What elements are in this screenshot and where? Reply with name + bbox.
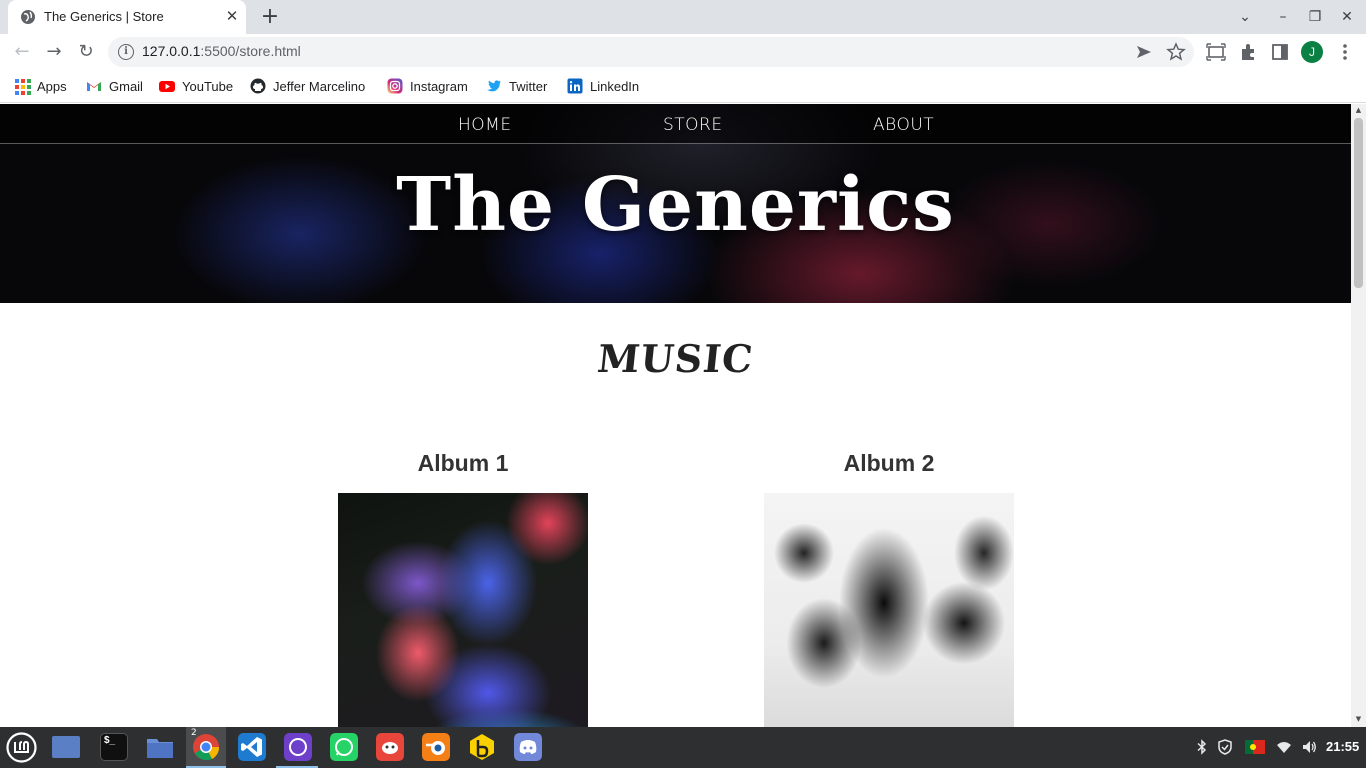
github-icon <box>250 78 266 94</box>
terminal-icon[interactable]: $_ <box>100 733 128 761</box>
youtube-icon <box>159 81 175 92</box>
shield-icon[interactable] <box>1217 739 1233 755</box>
wifi-icon[interactable] <box>1276 739 1292 755</box>
new-tab-button[interactable]: + <box>258 6 282 30</box>
minimize-icon[interactable]: – <box>1274 8 1292 26</box>
album-2-cover <box>764 493 1014 727</box>
music-section-title: MUSIC <box>595 336 756 381</box>
url-text[interactable]: 127.0.0.1:5500/store.html <box>142 43 301 59</box>
github-desktop-icon[interactable] <box>284 733 312 761</box>
vscode-icon[interactable] <box>238 733 266 761</box>
gmail-icon <box>87 82 101 91</box>
bookmark-twitter[interactable]: Twitter <box>486 77 547 95</box>
bookmark-star-icon[interactable] <box>1166 42 1186 62</box>
back-button[interactable]: ← <box>10 40 34 64</box>
tab-title: The Generics | Store <box>44 9 164 24</box>
gimp-icon[interactable] <box>376 733 404 761</box>
bookmark-gmail[interactable]: Gmail <box>86 77 143 95</box>
nav-about-link[interactable]: ABOUT <box>873 115 934 135</box>
keyboard-layout-flag-icon[interactable] <box>1245 739 1265 755</box>
nav-store-link[interactable]: STORE <box>663 115 723 135</box>
tab-close-icon[interactable]: ✕ <box>224 8 240 24</box>
linkedin-icon <box>567 78 583 94</box>
apps-grid-icon <box>14 78 31 95</box>
bookmark-label: Instagram <box>410 78 468 94</box>
twitter-icon <box>487 80 501 92</box>
forward-button[interactable]: → <box>42 40 66 64</box>
discord-icon[interactable] <box>514 733 542 761</box>
page-scrollbar[interactable]: ▲ ▼ <box>1351 104 1366 727</box>
band-name-title: The Generics <box>396 162 955 248</box>
mint-menu-icon[interactable] <box>6 732 37 763</box>
album-1-cover <box>338 493 588 727</box>
whatsapp-icon[interactable] <box>330 733 358 761</box>
bookmark-instagram[interactable]: Instagram <box>387 77 468 95</box>
screenshot-icon[interactable] <box>1205 41 1227 63</box>
site-navbar: HOME STORE ABOUT <box>0 104 1351 144</box>
send-tab-icon[interactable] <box>1134 42 1154 62</box>
bookmark-label: Twitter <box>509 78 548 94</box>
bookmark-label: YouTube <box>182 78 234 94</box>
scroll-down-arrow-icon[interactable]: ▼ <box>1354 715 1363 724</box>
extensions-icon[interactable] <box>1237 41 1259 63</box>
blender-icon[interactable] <box>422 733 450 761</box>
bookmark-apps[interactable]: Apps <box>14 77 67 95</box>
bookmark-label: Jeffer Marcelino <box>273 78 366 94</box>
bookmark-label: LinkedIn <box>590 78 640 94</box>
album-2-title: Album 2 <box>843 450 935 476</box>
side-panel-icon[interactable] <box>1269 41 1291 63</box>
volume-icon[interactable] <box>1301 739 1317 755</box>
tab-search-icon[interactable]: ⌄ <box>1236 8 1254 26</box>
page-viewport: HOME STORE ABOUT The Generics MUSIC Albu… <box>0 104 1351 727</box>
profile-avatar[interactable]: J <box>1301 41 1323 63</box>
bookmarks-bar: Apps Gmail YouTube Jeffer Marcelino Inst… <box>0 70 1366 103</box>
bookmark-linkedin[interactable]: LinkedIn <box>567 77 639 95</box>
album-1-title: Album 1 <box>417 450 509 476</box>
bookmark-label: Gmail <box>109 78 143 94</box>
globe-icon <box>21 10 35 24</box>
bluetooth-icon[interactable] <box>1194 739 1210 755</box>
instagram-icon <box>387 78 403 94</box>
scroll-thumb[interactable] <box>1354 118 1363 288</box>
address-bar[interactable]: i 127.0.0.1:5500/store.html <box>108 37 1194 67</box>
tab-strip: The Generics | Store ✕ + ⌄ – ❐ ✕ <box>0 0 1366 34</box>
bookmark-youtube[interactable]: YouTube <box>159 77 233 95</box>
nav-home-link[interactable]: HOME <box>458 115 512 135</box>
os-taskbar: $_ 2 21:55 <box>0 727 1366 768</box>
kebab-menu-icon[interactable] <box>1334 41 1356 63</box>
scroll-up-arrow-icon[interactable]: ▲ <box>1354 106 1363 115</box>
hero-header: HOME STORE ABOUT The Generics <box>0 104 1351 303</box>
browser-tab[interactable]: The Generics | Store ✕ <box>8 0 246 34</box>
reload-button[interactable]: ↻ <box>74 40 98 64</box>
window-close-icon[interactable]: ✕ <box>1338 8 1356 26</box>
bookmark-github[interactable]: Jeffer Marcelino <box>250 77 365 95</box>
files-icon[interactable] <box>146 733 174 761</box>
chrome-icon[interactable] <box>192 733 220 761</box>
bookmark-label: Apps <box>37 78 67 94</box>
beekeeper-icon[interactable] <box>468 733 496 761</box>
system-clock[interactable]: 21:55 <box>1326 739 1359 754</box>
restore-icon[interactable]: ❐ <box>1306 8 1324 26</box>
site-info-icon[interactable]: i <box>118 44 134 60</box>
browser-toolbar: ← → ↻ i 127.0.0.1:5500/store.html J <box>0 34 1366 70</box>
show-desktop-icon[interactable] <box>52 736 80 758</box>
